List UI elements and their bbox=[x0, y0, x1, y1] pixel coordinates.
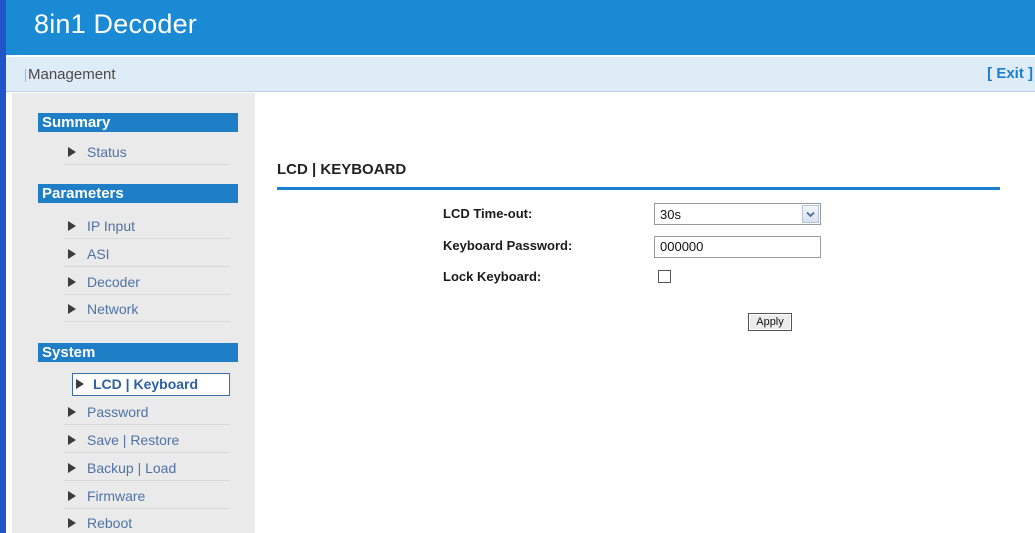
management-bar: Management [ Exit ] bbox=[6, 55, 1035, 92]
sidebar-item-network[interactable]: Network bbox=[64, 298, 230, 322]
sidebar-item-password[interactable]: Password bbox=[64, 401, 230, 425]
sidebar-item-label: ASI bbox=[87, 246, 110, 262]
section-parameters-header: Parameters bbox=[38, 184, 238, 203]
section-system-header: System bbox=[38, 343, 238, 362]
sidebar-item-label: IP Input bbox=[87, 218, 136, 234]
lcd-timeout-value: 30s bbox=[660, 207, 681, 222]
sidebar-item-asi[interactable]: ASI bbox=[64, 243, 230, 267]
sidebar-item-decoder[interactable]: Decoder bbox=[64, 271, 230, 295]
lcd-timeout-select[interactable]: 30s bbox=[654, 203, 821, 225]
triangle-right-icon bbox=[68, 518, 76, 528]
title-divider bbox=[277, 187, 1000, 190]
sidebar-item-label: Backup | Load bbox=[87, 460, 177, 476]
sidebar-item-save-restore[interactable]: Save | Restore bbox=[64, 429, 230, 453]
triangle-right-icon bbox=[68, 277, 76, 287]
lock-keyboard-label: Lock Keyboard: bbox=[443, 269, 542, 284]
sidebar-item-label: Status bbox=[87, 144, 127, 160]
sidebar-item-label: Network bbox=[87, 301, 139, 317]
page-title: LCD | KEYBOARD bbox=[277, 161, 407, 178]
sidebar-item-status[interactable]: Status bbox=[64, 141, 230, 165]
triangle-right-icon bbox=[68, 249, 76, 259]
sidebar-item-lcd-keyboard[interactable]: LCD | Keyboard bbox=[72, 373, 230, 396]
app-header: 8in1 Decoder bbox=[6, 0, 1035, 55]
sidebar: Summary Status Parameters IP Input ASI D… bbox=[12, 93, 255, 533]
apply-button[interactable]: Apply bbox=[748, 313, 792, 331]
exit-link[interactable]: [ Exit ] bbox=[987, 65, 1033, 82]
triangle-right-icon bbox=[68, 463, 76, 473]
triangle-right-icon bbox=[68, 221, 76, 231]
sidebar-item-label: Password bbox=[87, 404, 149, 420]
dropdown-button[interactable] bbox=[802, 205, 819, 223]
sidebar-item-reboot[interactable]: Reboot bbox=[64, 512, 230, 533]
sidebar-item-backup-load[interactable]: Backup | Load bbox=[64, 457, 230, 481]
triangle-right-icon bbox=[68, 407, 76, 417]
lock-keyboard-checkbox[interactable] bbox=[658, 270, 671, 283]
sidebar-item-firmware[interactable]: Firmware bbox=[64, 485, 230, 509]
subbar-divider bbox=[25, 69, 26, 82]
lcd-timeout-label: LCD Time-out: bbox=[443, 206, 533, 221]
triangle-right-icon bbox=[68, 435, 76, 445]
keyboard-password-label: Keyboard Password: bbox=[443, 238, 573, 253]
management-title: Management bbox=[28, 66, 116, 83]
sidebar-item-label: Firmware bbox=[87, 488, 146, 504]
triangle-right-icon bbox=[68, 304, 76, 314]
sidebar-item-label: Decoder bbox=[87, 274, 140, 290]
sidebar-item-ip-input[interactable]: IP Input bbox=[64, 215, 230, 239]
triangle-right-icon bbox=[68, 491, 76, 501]
triangle-right-icon bbox=[68, 147, 76, 157]
sidebar-item-label: Save | Restore bbox=[87, 432, 180, 448]
sidebar-item-label: LCD | Keyboard bbox=[93, 376, 199, 392]
keyboard-password-input[interactable]: 000000 bbox=[654, 236, 821, 258]
triangle-right-icon bbox=[76, 379, 84, 389]
app-title: 8in1 Decoder bbox=[34, 9, 198, 39]
section-summary-header: Summary bbox=[38, 113, 238, 132]
chevron-down-icon bbox=[806, 211, 815, 218]
sidebar-item-label: Reboot bbox=[87, 515, 133, 531]
